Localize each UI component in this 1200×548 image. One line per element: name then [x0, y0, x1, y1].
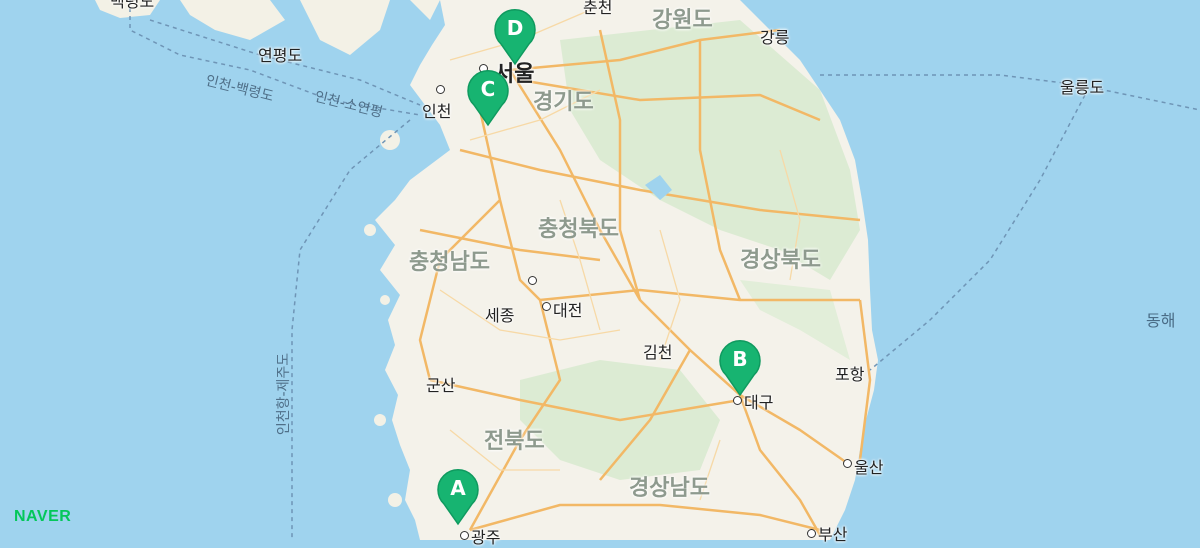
marker-letter: C: [480, 77, 496, 101]
city-dot-daejeon: [542, 302, 551, 311]
province-label-chungbuk: 충청북도: [538, 217, 619, 242]
province-label-jeonbuk: 전북도: [484, 429, 545, 454]
city-dot-sejong: [528, 276, 537, 285]
map-canvas[interactable]: [0, 0, 1200, 540]
naver-logo[interactable]: NAVER: [14, 508, 71, 526]
city-label-ulsan[interactable]: 울산: [854, 454, 883, 478]
province-label-gyeongbuk: 경상북도: [740, 248, 821, 273]
city-dot-busan: [807, 529, 816, 538]
marker-letter: B: [732, 347, 748, 371]
city-label-gangneung[interactable]: 강릉: [760, 24, 789, 48]
marker-letter: A: [450, 476, 466, 500]
city-label-pohang[interactable]: 포항: [835, 361, 864, 385]
map-marker-d[interactable]: D: [493, 8, 537, 66]
map-marker-c[interactable]: C: [466, 69, 510, 127]
city-label-incheon[interactable]: 인천: [422, 98, 451, 122]
city-label-chuncheon[interactable]: 춘천: [583, 0, 612, 18]
island-label-yeonpyeong: 연평도: [258, 46, 303, 65]
map-marker-b[interactable]: B: [718, 339, 762, 397]
sea-label-east: 동해: [1146, 311, 1176, 330]
city-label-gwangju[interactable]: 광주: [471, 524, 500, 548]
city-label-sejong[interactable]: 세종: [485, 302, 514, 326]
city-dot-incheon: [436, 85, 445, 94]
city-dot-gwangju: [460, 531, 469, 540]
province-label-chungnam: 충청남도: [409, 250, 490, 275]
province-label-gyeongnam: 경상남도: [629, 476, 710, 501]
city-label-gimcheon[interactable]: 김천: [643, 339, 672, 363]
province-label-gangwon: 강원도: [652, 8, 713, 33]
marker-letter: D: [506, 16, 524, 40]
route-label-incheon-jeju: 인천항-제주도: [276, 352, 293, 436]
map-marker-a[interactable]: A: [436, 468, 480, 526]
city-dot-ulsan: [843, 459, 852, 468]
city-label-gunsan[interactable]: 군산: [426, 372, 455, 396]
city-dot-daegu: [733, 396, 742, 405]
island-label-ulleung: 울릉도: [1060, 78, 1105, 97]
city-label-busan[interactable]: 부산: [818, 521, 847, 545]
province-label-gyeonggi: 경기도: [533, 90, 594, 115]
city-label-daejeon[interactable]: 대전: [553, 297, 582, 321]
island-label-topleft: 백령도: [110, 0, 155, 11]
